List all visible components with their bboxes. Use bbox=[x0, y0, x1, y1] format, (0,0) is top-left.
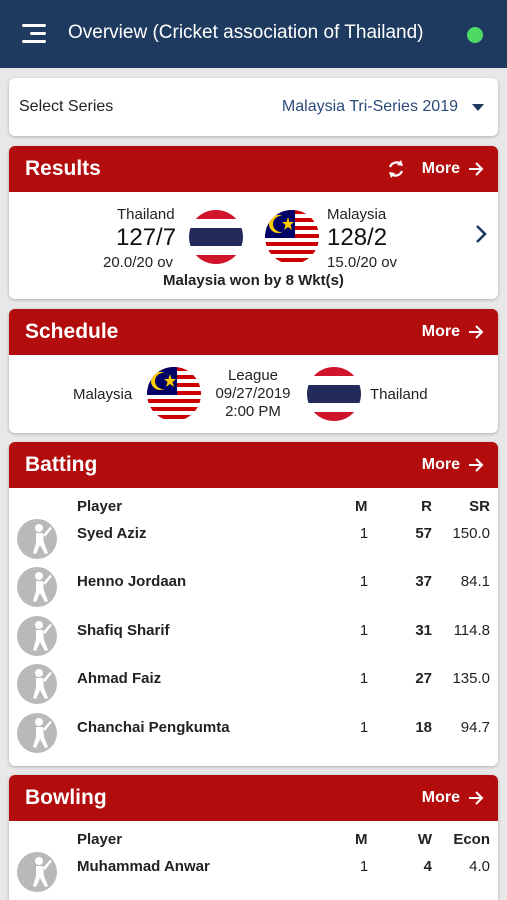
player-avatar-icon bbox=[17, 616, 57, 656]
thailand-flag-icon bbox=[189, 210, 243, 264]
player-avatar-icon bbox=[17, 567, 57, 607]
bowling-col-w: W bbox=[417, 831, 432, 848]
team2-name: Malaysia bbox=[327, 206, 387, 223]
bowling-header: Bowling More bbox=[9, 775, 498, 821]
bowling-col-player: Player bbox=[77, 831, 123, 848]
refresh-icon[interactable] bbox=[386, 159, 406, 179]
matches-value: 1 bbox=[359, 573, 369, 590]
malaysia-flag-icon bbox=[147, 367, 201, 421]
table-row[interactable]: Muhammad Anwar 1 4 4.0 bbox=[9, 850, 498, 898]
status-indicator-icon bbox=[467, 27, 483, 43]
player-avatar-icon bbox=[17, 852, 57, 892]
runs-value: 18 bbox=[415, 719, 432, 736]
menu-icon[interactable] bbox=[22, 24, 46, 44]
runs-value: 27 bbox=[415, 670, 432, 687]
schedule-more-button[interactable]: More bbox=[422, 323, 484, 341]
matches-value: 1 bbox=[359, 858, 369, 875]
results-more-label: More bbox=[421, 160, 460, 177]
batting-col-sr: SR bbox=[469, 498, 490, 515]
arrow-right-icon bbox=[469, 791, 484, 805]
malaysia-flag-icon bbox=[265, 210, 319, 264]
arrow-right-icon bbox=[469, 325, 484, 339]
page-title: Overview (Cricket association of Thailan… bbox=[68, 22, 424, 43]
batting-col-player: Player bbox=[77, 498, 123, 515]
batting-col-m: M bbox=[355, 498, 368, 515]
schedule-team2: Thailand bbox=[370, 386, 428, 403]
strike-rate-value: 94.7 bbox=[460, 719, 490, 736]
chevron-right-icon[interactable] bbox=[474, 224, 488, 244]
thailand-flag-icon bbox=[307, 367, 361, 421]
arrow-right-icon bbox=[469, 458, 484, 472]
player-name: Henno Jordaan bbox=[77, 573, 187, 590]
schedule-team1: Malaysia bbox=[73, 386, 133, 403]
runs-value: 57 bbox=[415, 525, 432, 542]
runs-value: 37 bbox=[415, 573, 432, 590]
schedule-more-label: More bbox=[421, 323, 460, 340]
matches-value: 1 bbox=[359, 670, 369, 687]
player-name: Shafiq Sharif bbox=[77, 622, 170, 639]
player-avatar-icon bbox=[17, 664, 57, 704]
results-title: Results bbox=[25, 157, 101, 180]
table-row[interactable]: Henno Jordaan 1 37 84.1 bbox=[9, 565, 498, 613]
arrow-right-icon bbox=[469, 162, 484, 176]
caret-down-icon[interactable] bbox=[472, 104, 484, 111]
economy-value: 4.0 bbox=[469, 858, 490, 875]
strike-rate-value: 135.0 bbox=[452, 670, 490, 687]
batting-header: Batting More bbox=[9, 442, 498, 488]
player-avatar-icon bbox=[17, 713, 57, 753]
schedule-info: League 09/27/2019 2:00 PM bbox=[203, 367, 303, 421]
player-avatar-icon bbox=[17, 519, 57, 559]
schedule-time: 2:00 PM bbox=[225, 403, 281, 420]
results-card: Results More Thailand 127/7 20.0/20 ov M… bbox=[9, 146, 498, 299]
match-summary: Malaysia won by 8 Wkt(s) bbox=[163, 272, 344, 289]
schedule-card: Schedule More Malaysia League 09/27/2019… bbox=[9, 309, 498, 433]
wickets-value: 4 bbox=[423, 858, 432, 875]
bowling-more-label: More bbox=[421, 789, 460, 806]
matches-value: 1 bbox=[359, 622, 369, 639]
player-name: Chanchai Pengkumta bbox=[77, 719, 230, 736]
strike-rate-value: 114.8 bbox=[453, 622, 490, 639]
batting-col-r: R bbox=[421, 498, 432, 515]
table-row[interactable]: Shafiq Sharif 1 31 114.8 bbox=[9, 614, 498, 662]
player-name: Ahmad Faiz bbox=[77, 670, 162, 687]
schedule-title: Schedule bbox=[25, 320, 119, 343]
top-app-bar: Overview (Cricket association of Thailan… bbox=[0, 0, 507, 68]
table-row[interactable]: Ahmad Faiz 1 27 135.0 bbox=[9, 662, 498, 710]
schedule-stage: League bbox=[227, 367, 279, 384]
schedule-date: 09/27/2019 bbox=[215, 385, 291, 402]
series-dropdown-value[interactable]: Malaysia Tri-Series 2019 bbox=[282, 98, 458, 116]
bowling-col-econ: Econ bbox=[453, 831, 490, 848]
matches-value: 1 bbox=[359, 525, 369, 542]
matches-value: 1 bbox=[359, 719, 369, 736]
results-header: Results More bbox=[9, 146, 498, 192]
series-label: Select Series bbox=[19, 98, 114, 115]
team2-overs: 15.0/20 ov bbox=[327, 254, 398, 271]
team1-score: 127/7 bbox=[116, 224, 177, 251]
series-selector[interactable]: Select Series Malaysia Tri-Series 2019 bbox=[9, 78, 498, 136]
player-name: Muhammad Anwar bbox=[77, 858, 210, 875]
bowling-title: Bowling bbox=[25, 786, 107, 809]
batting-more-label: More bbox=[421, 456, 460, 473]
table-row[interactable]: Syed Aziz 1 57 150.0 bbox=[9, 517, 498, 565]
runs-value: 31 bbox=[415, 622, 432, 639]
table-row[interactable]: Chanchai Pengkumta 1 18 94.7 bbox=[9, 711, 498, 759]
strike-rate-value: 84.1 bbox=[460, 573, 490, 590]
batting-title: Batting bbox=[25, 453, 98, 476]
batting-more-button[interactable]: More bbox=[422, 456, 484, 474]
bowling-col-m: M bbox=[355, 831, 368, 848]
team2-score: 128/2 bbox=[327, 224, 388, 251]
bowling-card: Bowling More Player M W Econ Muhammad An… bbox=[9, 775, 498, 900]
strike-rate-value: 150.0 bbox=[452, 525, 490, 542]
team1-overs: 20.0/20 ov bbox=[103, 254, 174, 271]
player-name: Syed Aziz bbox=[77, 525, 147, 542]
batting-card: Batting More Player M R SR Syed Aziz 1 5… bbox=[9, 442, 498, 766]
schedule-header: Schedule More bbox=[9, 309, 498, 355]
team1-name: Thailand bbox=[117, 206, 175, 223]
results-more-button[interactable]: More bbox=[422, 160, 484, 178]
bowling-more-button[interactable]: More bbox=[422, 789, 484, 807]
